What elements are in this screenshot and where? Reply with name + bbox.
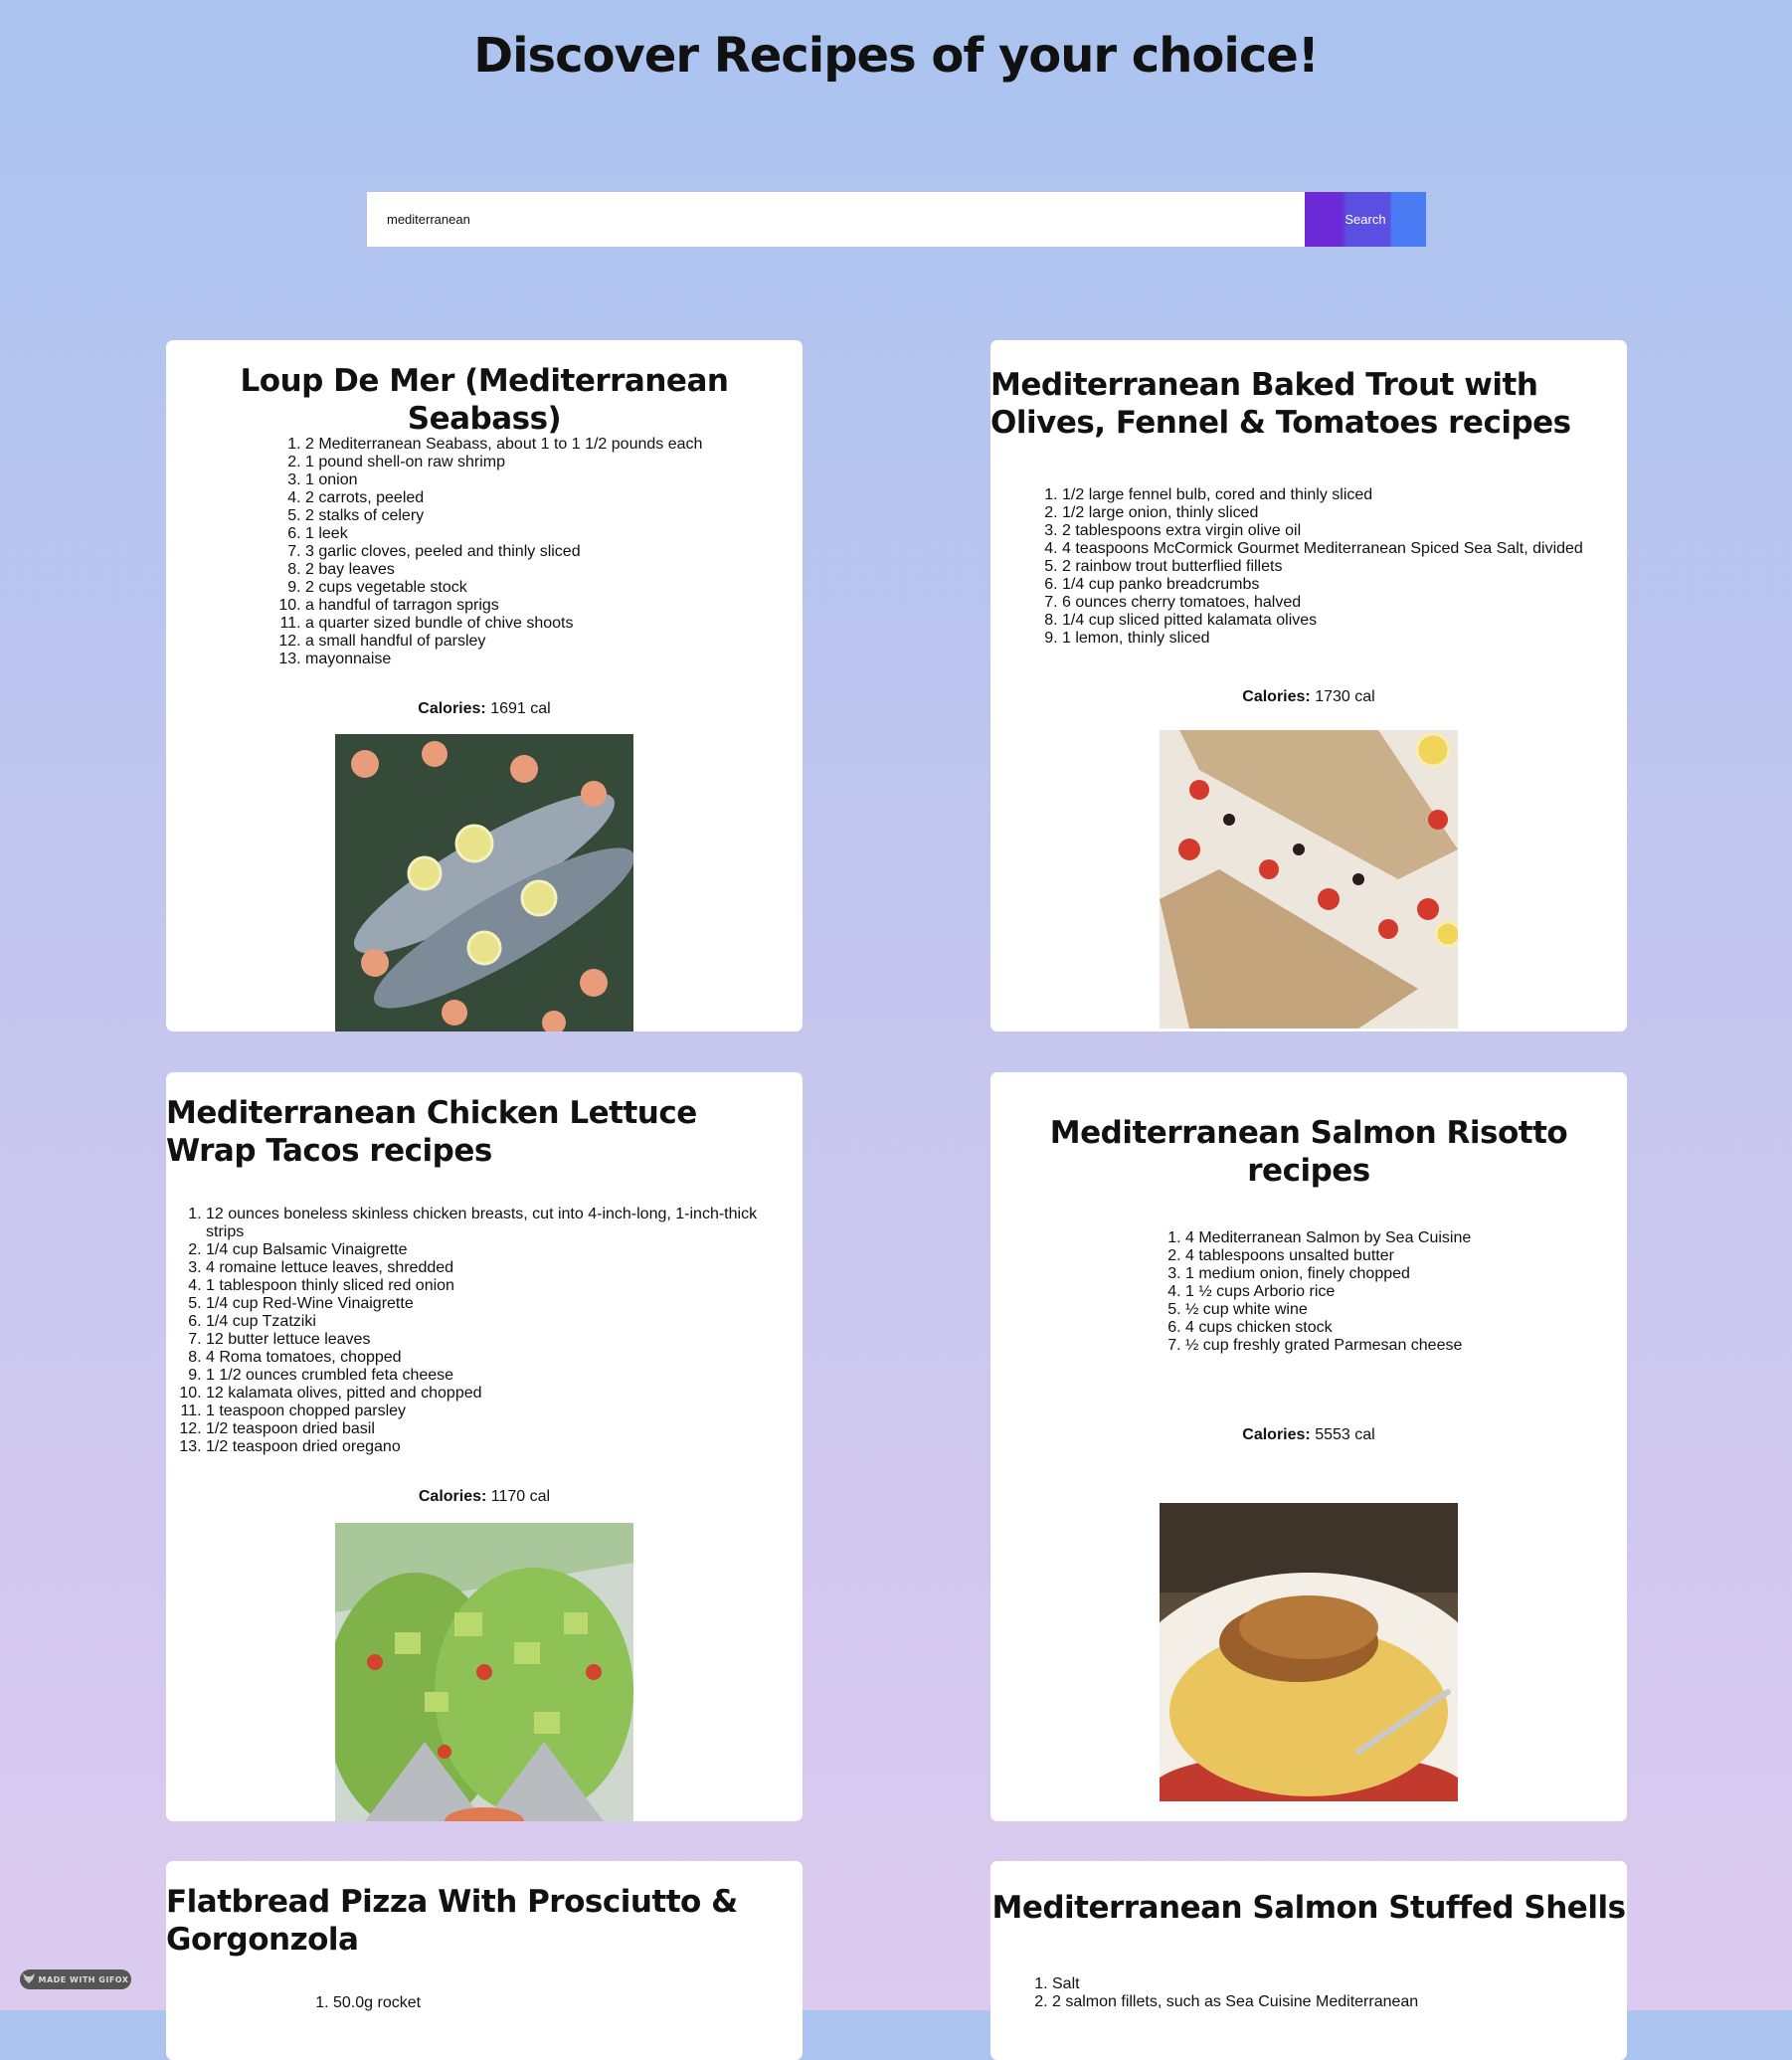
ingredient-item: mayonnaise bbox=[305, 651, 773, 668]
ingredient-item: 2 Mediterranean Seabass, about 1 to 1 1/… bbox=[305, 436, 773, 454]
ingredient-item: 4 cups chicken stock bbox=[1185, 1319, 1603, 1337]
ingredient-item: 1 pound shell-on raw shrimp bbox=[305, 454, 773, 471]
recipe-card[interactable]: Flatbread Pizza With Prosciutto & Gorgon… bbox=[166, 1861, 803, 2060]
calories-value: 1170 cal bbox=[490, 1488, 551, 1505]
calories-value: 1730 cal bbox=[1315, 688, 1375, 705]
ingredient-item: 1/4 cup Balsamic Vinaigrette bbox=[206, 1241, 793, 1259]
ingredient-item: 3 garlic cloves, peeled and thinly slice… bbox=[305, 543, 773, 561]
recipe-title: Loup De Mer (Mediterranean Seabass) bbox=[240, 363, 729, 437]
ingredient-item: Salt bbox=[1052, 1975, 1609, 1993]
ingredient-item: 1 lemon, thinly sliced bbox=[1062, 630, 1619, 648]
ingredient-item: a handful of tarragon sprigs bbox=[305, 597, 773, 615]
calories-label: Calories: bbox=[1242, 688, 1311, 705]
ingredient-item: 12 butter lettuce leaves bbox=[206, 1331, 793, 1349]
recipe-card[interactable]: Loup De Mer (Mediterranean Seabass) 2 Me… bbox=[166, 340, 803, 1031]
page-title: Discover Recipes of your choice! bbox=[473, 28, 1319, 84]
ingredient-list: 2 Mediterranean Seabass, about 1 to 1 1/… bbox=[305, 436, 773, 668]
ingredient-item: 1 tablespoon thinly sliced red onion bbox=[206, 1277, 793, 1295]
ingredient-item: 1 medium onion, finely chopped bbox=[1185, 1265, 1603, 1283]
ingredient-item: 1/2 large onion, thinly sliced bbox=[1062, 504, 1619, 522]
ingredient-item: ½ cup freshly grated Parmesan cheese bbox=[1185, 1337, 1603, 1355]
made-with-badge: MADE WITH GIFOX bbox=[20, 1969, 131, 1989]
ingredient-item: 1/4 cup Tzatziki bbox=[206, 1313, 793, 1331]
recipe-title: Mediterranean Salmon Stuffed Shells bbox=[991, 1890, 1626, 1926]
search-bar: Search bbox=[367, 192, 1426, 247]
recipe-card[interactable]: Mediterranean Chicken Lettuce Wrap Tacos… bbox=[166, 1072, 803, 1821]
ingredient-item: 4 teaspoons McCormick Gourmet Mediterran… bbox=[1062, 540, 1619, 558]
search-input[interactable] bbox=[367, 192, 1305, 247]
ingredient-item: a small handful of parsley bbox=[305, 633, 773, 651]
ingredient-item: 2 rainbow trout butterflied fillets bbox=[1062, 558, 1619, 576]
ingredient-item: 4 Roma tomatoes, chopped bbox=[206, 1349, 793, 1367]
ingredient-item: 6 ounces cherry tomatoes, halved bbox=[1062, 594, 1619, 612]
ingredient-item: 1/4 cup Red-Wine Vinaigrette bbox=[206, 1295, 793, 1313]
ingredient-item: 2 bay leaves bbox=[305, 561, 773, 579]
recipe-title: Mediterranean Salmon Risotto recipes bbox=[1049, 1115, 1568, 1189]
ingredient-item: 2 tablespoons extra virgin olive oil bbox=[1062, 522, 1619, 540]
ingredient-list: 1/2 large fennel bulb, cored and thinly … bbox=[1062, 486, 1619, 648]
ingredient-item: 2 stalks of celery bbox=[305, 507, 773, 525]
ingredient-item: 2 carrots, peeled bbox=[305, 489, 773, 507]
recipe-card[interactable]: Mediterranean Baked Trout with Olives, F… bbox=[990, 340, 1627, 1031]
ingredient-item: 1/4 cup sliced pitted kalamata olives bbox=[1062, 612, 1619, 630]
calories-label: Calories: bbox=[418, 700, 486, 717]
recipe-card[interactable]: Mediterranean Salmon Risotto recipes 4 M… bbox=[990, 1072, 1627, 1821]
ingredient-item: 50.0g rocket bbox=[333, 1994, 751, 2012]
ingredient-item: 12 kalamata olives, pitted and chopped bbox=[206, 1385, 793, 1403]
ingredient-list: 50.0g rocket bbox=[333, 1994, 751, 2012]
ingredient-list: 4 Mediterranean Salmon by Sea Cuisine 4 … bbox=[1185, 1229, 1603, 1355]
ingredient-list: 12 ounces boneless skinless chicken brea… bbox=[206, 1206, 793, 1456]
ingredient-item: 1 onion bbox=[305, 471, 773, 489]
recipe-title: Mediterranean Baked Trout with Olives, F… bbox=[990, 367, 1571, 441]
ingredient-item: 1/2 teaspoon dried basil bbox=[206, 1420, 793, 1438]
calories-label: Calories: bbox=[418, 1488, 487, 1505]
calories-value: 5553 cal bbox=[1315, 1426, 1375, 1443]
ingredient-item: 4 Mediterranean Salmon by Sea Cuisine bbox=[1185, 1229, 1603, 1247]
ingredient-list: Salt 2 salmon fillets, such as Sea Cuisi… bbox=[1052, 1975, 1609, 2011]
recipe-image-seabass bbox=[335, 734, 633, 1031]
calories-value: 1691 cal bbox=[490, 700, 551, 717]
ingredient-item: 1/2 large fennel bulb, cored and thinly … bbox=[1062, 486, 1619, 504]
ingredient-item: 12 ounces boneless skinless chicken brea… bbox=[206, 1206, 793, 1241]
search-button[interactable]: Search bbox=[1305, 192, 1426, 247]
recipe-title: Flatbread Pizza With Prosciutto & Gorgon… bbox=[166, 1884, 738, 1958]
ingredient-item: 4 tablespoons unsalted butter bbox=[1185, 1247, 1603, 1265]
calories-line: Calories: 1730 cal bbox=[990, 688, 1627, 706]
ingredient-item: 1 1/2 ounces crumbled feta cheese bbox=[206, 1367, 793, 1385]
recipe-card[interactable]: Mediterranean Salmon Stuffed Shells Salt… bbox=[990, 1861, 1627, 2060]
ingredient-item: 1/2 teaspoon dried oregano bbox=[206, 1438, 793, 1456]
ingredient-item: 1 teaspoon chopped parsley bbox=[206, 1403, 793, 1420]
calories-line: Calories: 5553 cal bbox=[990, 1426, 1627, 1444]
recipe-title: Mediterranean Chicken Lettuce Wrap Tacos… bbox=[166, 1095, 697, 1169]
ingredient-item: 2 cups vegetable stock bbox=[305, 579, 773, 597]
recipe-image-trout bbox=[1160, 730, 1458, 1029]
calories-line: Calories: 1170 cal bbox=[166, 1488, 803, 1506]
ingredient-item: 1/4 cup panko breadcrumbs bbox=[1062, 576, 1619, 594]
badge-label: MADE WITH GIFOX bbox=[38, 1974, 129, 1984]
ingredient-item: 1 ½ cups Arborio rice bbox=[1185, 1283, 1603, 1301]
calories-label: Calories: bbox=[1242, 1426, 1311, 1443]
fox-icon bbox=[22, 1973, 35, 1985]
recipe-image-salmon-risotto bbox=[1160, 1503, 1458, 1801]
ingredient-item: 4 romaine lettuce leaves, shredded bbox=[206, 1259, 793, 1277]
ingredient-item: a quarter sized bundle of chive shoots bbox=[305, 615, 773, 633]
ingredient-item: 2 salmon fillets, such as Sea Cuisine Me… bbox=[1052, 1993, 1609, 2011]
ingredient-item: 1 leek bbox=[305, 525, 773, 543]
recipe-image-lettuce-tacos bbox=[335, 1523, 633, 1821]
ingredient-item: ½ cup white wine bbox=[1185, 1301, 1603, 1319]
calories-line: Calories: 1691 cal bbox=[166, 700, 803, 718]
